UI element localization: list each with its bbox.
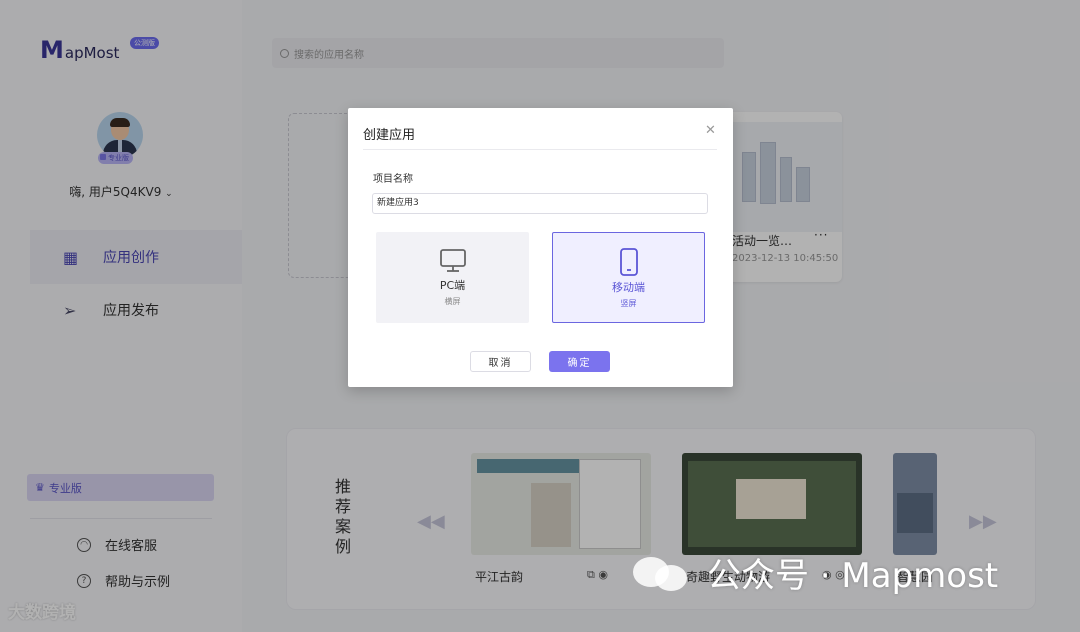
confirm-button[interactable]: 确定 — [549, 351, 610, 372]
dialog-title: 创建应用 — [363, 128, 416, 143]
option-sub: 横屏 — [444, 297, 461, 306]
create-app-dialog: 创建应用 ✕ 项目名称 新建应用3 PC端 横屏 移动端 竖屏 取消 确定 — [348, 108, 733, 387]
option-name: PC端 — [439, 279, 466, 292]
option-mobile[interactable]: 移动端 竖屏 — [552, 232, 705, 323]
option-pc[interactable]: PC端 横屏 — [376, 232, 529, 323]
option-sub: 竖屏 — [620, 299, 637, 308]
divider — [363, 149, 717, 150]
watermark-text: 公众号 · Mapmost — [707, 556, 999, 596]
option-name: 移动端 — [612, 281, 645, 294]
phone-icon — [619, 248, 638, 276]
project-name-input[interactable]: 新建应用3 — [372, 193, 708, 214]
cancel-button[interactable]: 取消 — [470, 351, 531, 372]
wechat-icon — [633, 553, 693, 593]
watermark-right: 公众号 · Mapmost — [633, 548, 998, 597]
close-icon[interactable]: ✕ — [705, 123, 716, 138]
monitor-icon — [439, 249, 466, 272]
project-name-label: 项目名称 — [373, 174, 413, 185]
